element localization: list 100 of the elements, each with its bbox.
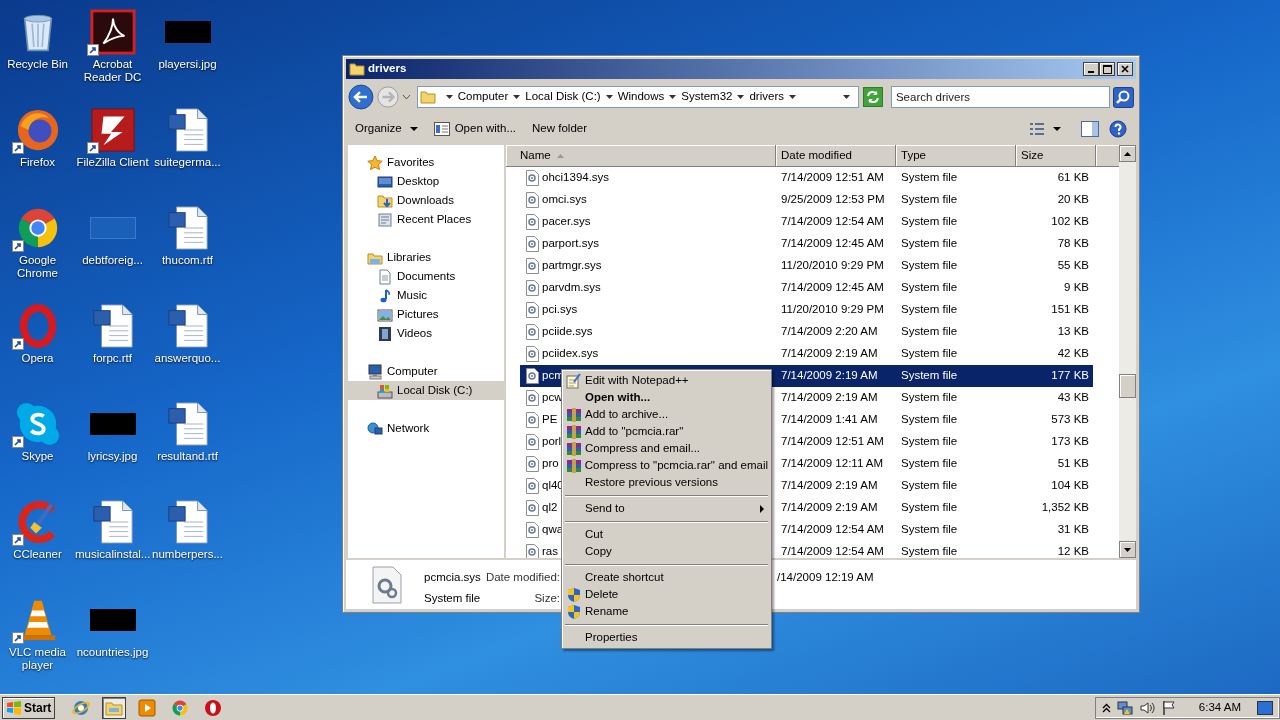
scroll-up-button[interactable] <box>1119 145 1136 162</box>
menu-item[interactable]: Properties <box>565 629 768 646</box>
icon-label[interactable]: Skype <box>0 450 75 463</box>
breadcrumb[interactable]: drivers <box>749 88 784 106</box>
menu-item[interactable]: Restore previous versions <box>565 474 768 491</box>
nav-item[interactable]: Desktop <box>348 172 504 191</box>
icon-label[interactable]: musicalinstal... <box>75 548 150 561</box>
icon-label[interactable]: forpc.rtf <box>75 352 150 365</box>
nav-item[interactable]: Documents <box>348 267 504 286</box>
icon-label[interactable]: FileZilla Client <box>75 156 150 169</box>
image-thumbnail-icon[interactable] <box>89 413 136 435</box>
chat-app-icon[interactable] <box>14 401 61 447</box>
help-icon[interactable] <box>1109 120 1127 138</box>
scrollbar[interactable] <box>1119 145 1136 558</box>
menu-item[interactable]: Send to <box>565 500 768 517</box>
file-name[interactable]: ql2 <box>542 499 558 517</box>
nav-item[interactable]: Downloads <box>348 191 504 210</box>
icon-label[interactable]: Acrobat Reader DC <box>75 58 150 84</box>
menu-item[interactable]: Open with... <box>565 389 768 406</box>
nav-item[interactable]: Network <box>348 419 504 438</box>
icon-label[interactable]: VLC media player <box>0 646 75 672</box>
icon-label[interactable]: playersi.jpg <box>150 58 225 71</box>
nav-item[interactable]: Recent Places <box>348 210 504 229</box>
icon-label[interactable]: resultand.rtf <box>150 450 225 463</box>
nav-item[interactable]: Music <box>348 286 504 305</box>
icon-label[interactable]: debtforeig... <box>75 254 150 267</box>
speaker-icon[interactable] <box>1138 699 1155 716</box>
menu-item[interactable]: Compress and email... <box>565 440 768 457</box>
scroll-thumb[interactable] <box>1119 374 1136 398</box>
minimize-button[interactable] <box>1083 62 1099 76</box>
pdf-app-icon[interactable] <box>89 9 136 55</box>
nav-item[interactable]: Favorites <box>348 153 504 172</box>
start-button[interactable]: Start <box>2 696 56 719</box>
image-thumbnail-icon[interactable] <box>89 609 136 631</box>
menu-item[interactable]: Edit with Notepad++ <box>565 372 768 389</box>
breadcrumb-arrow-icon[interactable] <box>737 94 745 100</box>
nav-item[interactable]: Videos <box>348 324 504 343</box>
dropdown-arrow-icon[interactable] <box>1053 126 1061 132</box>
icon-label[interactable]: Google Chrome <box>0 254 75 280</box>
column-header[interactable]: Size <box>1016 145 1096 167</box>
maximize-button[interactable] <box>1099 62 1115 76</box>
address-bar[interactable]: Computer Local Disk (C:) Windows System32 drivers <box>416 86 859 108</box>
ftp-app-icon[interactable] <box>89 107 136 153</box>
icon-label[interactable]: Recycle Bin <box>0 58 75 71</box>
icon-label[interactable]: Firefox <box>0 156 75 169</box>
toolbar-button[interactable]: Organize <box>355 118 418 140</box>
menu-item[interactable]: Rename <box>565 603 768 620</box>
icon-label[interactable]: suitegerma... <box>150 156 225 169</box>
menu-item[interactable]: Cut <box>565 526 768 543</box>
breadcrumb-arrow-icon[interactable] <box>445 94 453 100</box>
network-icon[interactable] <box>1116 699 1133 716</box>
menu-item[interactable]: Create shortcut <box>565 569 768 586</box>
breadcrumb-arrow-icon[interactable] <box>669 94 677 100</box>
icon-label[interactable]: lyricsy.jpg <box>75 450 150 463</box>
image-thumbnail-icon[interactable] <box>164 21 211 43</box>
file-name[interactable]: pacer.sys <box>542 213 591 231</box>
breadcrumb-arrow-icon[interactable] <box>789 94 796 100</box>
taskbar-app-button[interactable] <box>102 696 127 719</box>
clock-time[interactable]: 6:34 AM <box>1198 698 1241 717</box>
close-button[interactable] <box>1117 62 1133 76</box>
file-name[interactable]: PE <box>542 411 558 429</box>
flag-icon[interactable] <box>1160 699 1177 716</box>
file-name[interactable]: pciidex.sys <box>542 345 599 363</box>
menu-item[interactable]: Copy <box>565 543 768 560</box>
breadcrumb[interactable]: Windows <box>617 88 665 106</box>
column-header[interactable]: Date modified <box>776 145 896 167</box>
icon-label[interactable]: thucom.rtf <box>150 254 225 267</box>
icon-label[interactable]: numberpers... <box>150 548 225 561</box>
nav-item[interactable]: Computer <box>348 362 504 381</box>
breadcrumb[interactable]: Local Disk (C:) <box>525 88 601 106</box>
file-name[interactable]: pro <box>542 455 559 473</box>
back-button[interactable] <box>348 84 374 110</box>
breadcrumb[interactable]: Computer <box>457 88 509 106</box>
file-name[interactable]: parport.sys <box>542 235 599 253</box>
menu-item[interactable]: Add to archive... <box>565 406 768 423</box>
toolbar-button[interactable]: Open with... <box>433 118 517 140</box>
nav-item[interactable]: Local Disk (C:) <box>348 381 504 400</box>
menu-item[interactable]: Delete <box>565 586 768 603</box>
icon-label[interactable]: Opera <box>0 352 75 365</box>
icon-label[interactable]: CCleaner <box>0 548 75 561</box>
search-field[interactable]: Search drivers <box>890 86 1111 108</box>
column-header[interactable]: Name <box>506 145 776 167</box>
file-name[interactable]: pciide.sys <box>542 323 593 341</box>
search-button[interactable] <box>1113 86 1134 108</box>
nav-item[interactable]: Pictures <box>348 305 504 324</box>
file-name[interactable]: omci.sys <box>542 191 587 209</box>
menu-item[interactable]: Add to "pcmcia.rar" <box>565 423 768 440</box>
icon-label[interactable]: ncountries.jpg <box>75 646 150 659</box>
image-thumbnail-icon[interactable] <box>89 217 136 239</box>
refresh-button[interactable] <box>863 87 883 107</box>
show-desktop-button[interactable] <box>1257 700 1273 715</box>
icon-label[interactable]: answerquo... <box>150 352 225 365</box>
breadcrumb-arrow-icon[interactable] <box>605 94 613 100</box>
file-name[interactable]: ohci1394.sys <box>542 169 610 187</box>
scroll-down-button[interactable] <box>1119 541 1136 558</box>
show-hidden-icons-button[interactable] <box>1101 702 1111 713</box>
file-name[interactable]: parvdm.sys <box>542 279 601 297</box>
toolbar-button[interactable]: New folder <box>532 118 587 140</box>
file-name[interactable]: partmgr.sys <box>542 257 602 275</box>
column-header[interactable] <box>1096 145 1119 167</box>
